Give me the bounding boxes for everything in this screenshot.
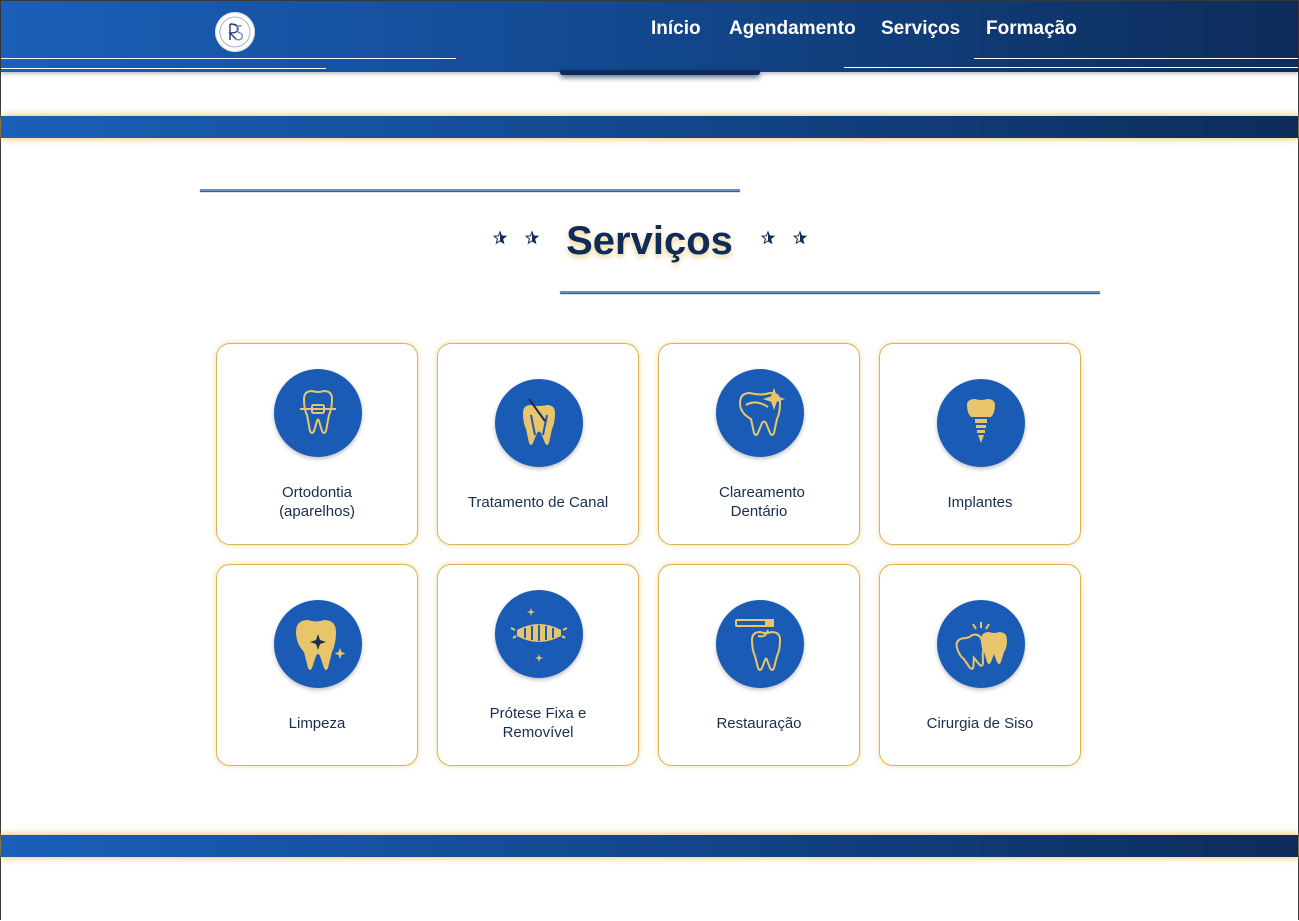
nav-decor-line — [974, 58, 1298, 59]
restoration-icon — [716, 600, 804, 688]
nav-decor-line — [844, 67, 1298, 68]
top-divider-band — [1, 116, 1298, 138]
service-label: Limpeza — [288, 715, 346, 732]
service-label: Restauração — [716, 715, 802, 732]
service-card-protese[interactable]: Prótese Fixa e Removível — [437, 564, 639, 766]
service-label: Prótese Fixa e Removível — [489, 705, 587, 741]
clinic-logo[interactable] — [215, 12, 255, 52]
service-label: Cirurgia de Siso — [926, 715, 1034, 732]
service-card-ortodontia[interactable]: Ortodontia (aparelhos) — [216, 343, 418, 545]
nav-link-agendamento[interactable]: Agendamento — [729, 17, 856, 41]
star-icon — [759, 229, 777, 247]
nav-link-formacao[interactable]: Formação — [986, 17, 1077, 41]
section-title: Serviços — [566, 219, 733, 263]
service-card-clareamento[interactable]: Clareamento Dentário — [658, 343, 860, 545]
service-label: Clareamento Dentário — [719, 484, 805, 520]
title-decor-line-bottom — [560, 291, 1100, 293]
nav-decor-line — [1, 58, 456, 59]
whitening-tooth-icon — [716, 369, 804, 457]
service-card-limpeza[interactable]: Limpeza — [216, 564, 418, 766]
bottom-divider-band — [1, 835, 1298, 857]
top-navbar: Início Agendamento Serviços Formação — [1, 1, 1298, 72]
service-label: Ortodontia (aparelhos) — [279, 484, 355, 520]
service-card-cirurgia-siso[interactable]: Cirurgia de Siso — [879, 564, 1081, 766]
nav-shadow-bar — [560, 70, 760, 75]
braces-tooth-icon — [274, 369, 362, 457]
nav-link-inicio[interactable]: Início — [651, 17, 701, 41]
denture-icon — [495, 590, 583, 678]
service-label: Implantes — [947, 494, 1013, 511]
service-card-restauracao[interactable]: Restauração — [658, 564, 860, 766]
nav-decor-line — [1, 68, 326, 69]
star-icon — [791, 229, 809, 247]
service-card-implantes[interactable]: Implantes — [879, 343, 1081, 545]
title-decor-line-top — [200, 189, 740, 191]
root-canal-icon — [495, 379, 583, 467]
wisdom-tooth-icon — [937, 600, 1025, 688]
page-frame — [0, 0, 1299, 920]
service-card-tratamento-canal[interactable]: Tratamento de Canal — [437, 343, 639, 545]
clean-tooth-icon — [274, 600, 362, 688]
logo-monogram-icon — [219, 16, 251, 48]
service-label: Tratamento de Canal — [467, 494, 609, 511]
nav-link-servicos[interactable]: Serviços — [881, 17, 960, 41]
implant-icon — [937, 379, 1025, 467]
